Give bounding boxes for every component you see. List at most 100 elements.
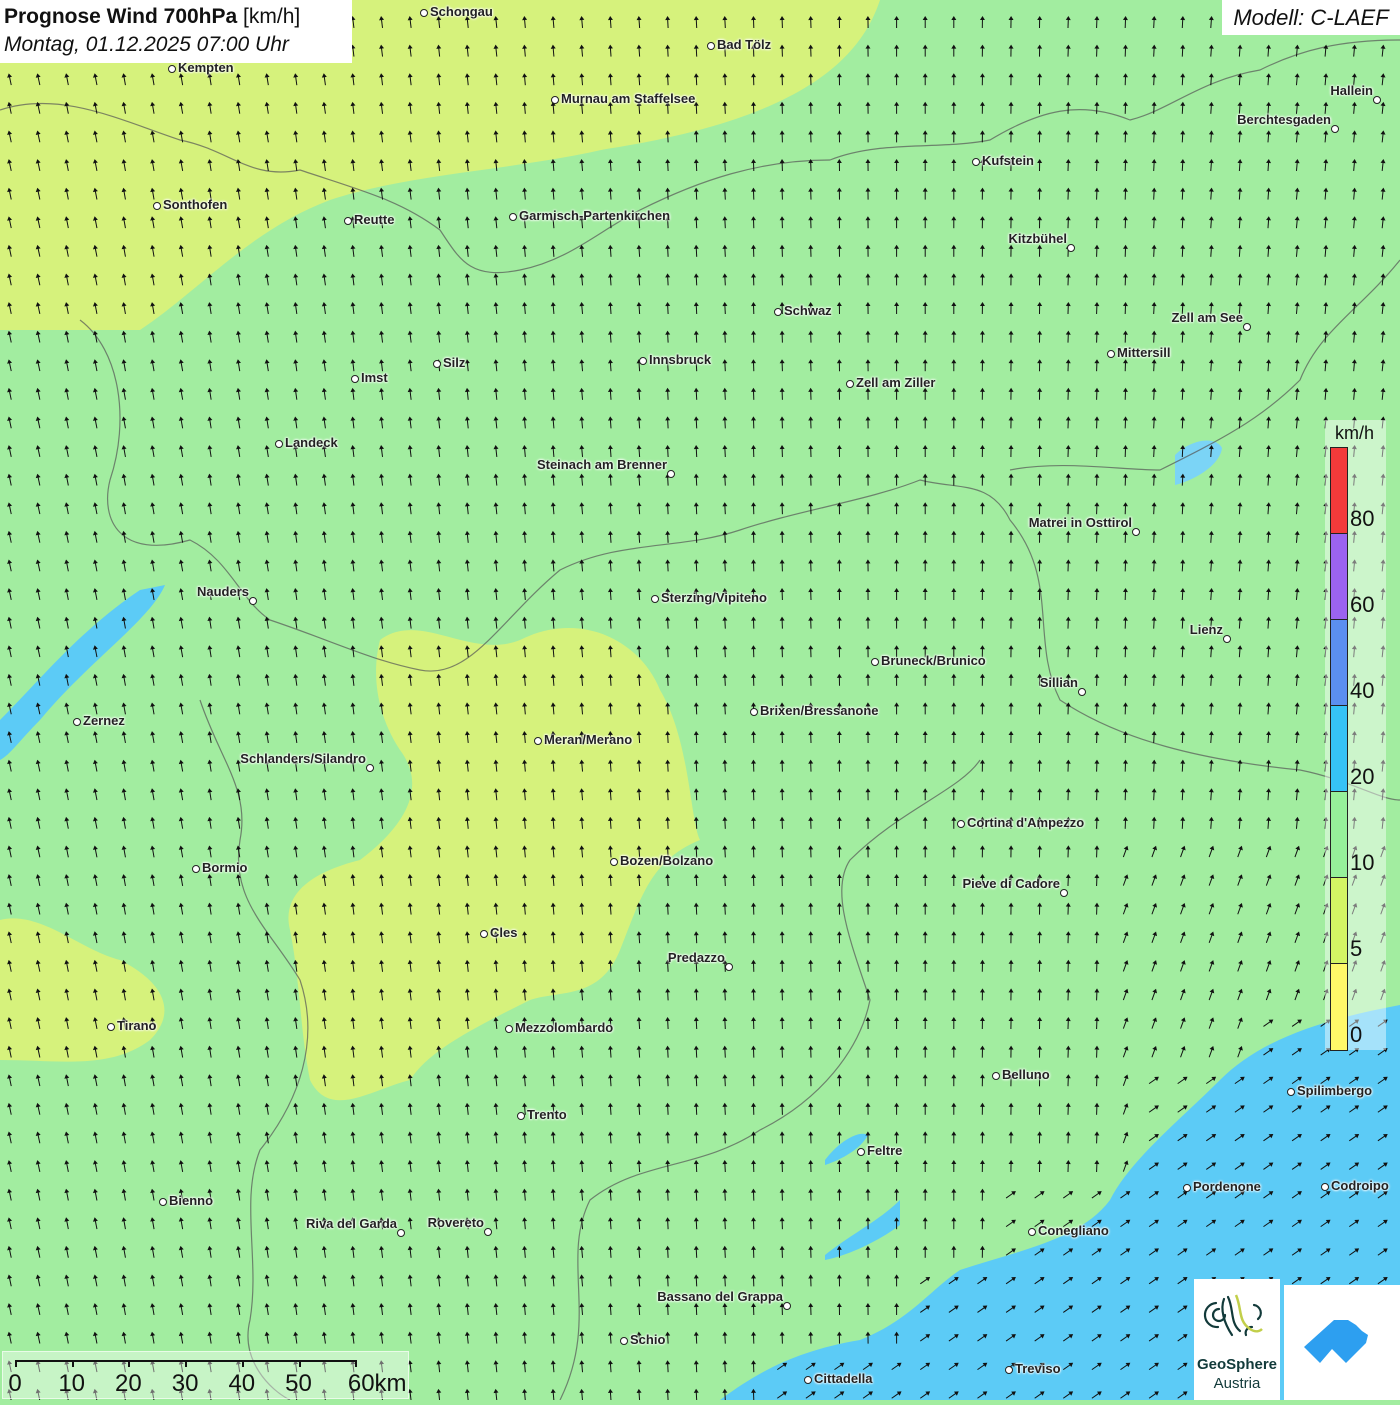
wind-arrow [1037, 931, 1042, 943]
wind-arrow [92, 473, 99, 486]
wind-arrow [894, 559, 899, 571]
wind-arrow [1008, 531, 1013, 543]
city-label: Tirano [117, 1018, 157, 1033]
wind-arrow [923, 502, 928, 514]
wind-arrow [779, 1332, 784, 1344]
wind-arrow [321, 1303, 328, 1316]
wind-arrow [436, 1103, 442, 1115]
wind-arrow [64, 874, 71, 887]
wind-arrow [1065, 1046, 1070, 1058]
wind-arrow [264, 445, 271, 458]
wind-arrow [722, 902, 728, 914]
wind-arrow [264, 1188, 271, 1201]
wind-arrow [1323, 159, 1329, 171]
wind-arrow [207, 673, 214, 686]
wind-arrow [951, 159, 956, 171]
wind-arrow [235, 1331, 242, 1344]
wind-arrow [264, 530, 271, 543]
wind-arrow [1294, 388, 1300, 400]
wind-arrow [837, 1017, 842, 1029]
wind-arrow [923, 702, 928, 714]
wind-arrow [1037, 531, 1042, 543]
city-dot-icon [551, 96, 559, 104]
wind-arrow [407, 473, 413, 486]
geosphere-austria-logo[interactable]: GeoSphere Austria [1194, 1279, 1280, 1400]
wind-arrow [894, 445, 899, 457]
wind-arrow [293, 1331, 300, 1344]
wind-arrow [207, 1045, 214, 1058]
wind-arrow [92, 1102, 99, 1115]
wind-arrow [865, 674, 870, 686]
wind-arrow [608, 1217, 614, 1229]
wind-arrow [665, 645, 671, 657]
wind-arrow [149, 1188, 156, 1201]
wind-arrow [923, 245, 928, 257]
wind-arrow [980, 617, 985, 629]
partner-logo[interactable] [1284, 1285, 1400, 1400]
wind-arrow [665, 531, 671, 543]
wind-arrow [1293, 931, 1302, 944]
wind-arrow [149, 502, 156, 515]
wind-arrow [1008, 588, 1013, 600]
wind-arrow [1380, 44, 1386, 56]
wind-arrow [235, 1045, 242, 1058]
wind-arrow [779, 502, 784, 514]
wind-arrow [1235, 845, 1244, 858]
wind-arrow [980, 359, 985, 371]
forecast-datetime: Montag, 01.12.2025 07:00 Uhr [4, 31, 348, 59]
city-dot-icon [620, 1337, 628, 1345]
wind-arrow [722, 502, 728, 514]
wind-arrow [894, 1274, 899, 1286]
wind-arrow [493, 1246, 499, 1258]
wind-arrow [665, 1188, 671, 1200]
wind-arrow [64, 759, 71, 772]
wind-arrow [350, 1131, 356, 1144]
wind-arrow [894, 102, 899, 114]
city-dot-icon [610, 858, 618, 866]
wind-arrow [894, 1189, 899, 1201]
wind-arrow [636, 559, 642, 571]
wind-arrow [1121, 1045, 1130, 1058]
wind-arrow [1037, 130, 1042, 142]
wind-arrow [235, 1245, 242, 1258]
wind-arrow [436, 1074, 442, 1086]
wind-arrow [1151, 16, 1157, 28]
wind-arrow [493, 1074, 499, 1086]
wind-arrow [636, 330, 642, 342]
wind-arrow [837, 359, 842, 371]
wind-arrow [951, 559, 956, 571]
wind-arrow [178, 302, 185, 315]
wind-arrow [1037, 760, 1042, 772]
geosphere-country: Austria [1194, 1375, 1280, 1392]
wind-arrow [407, 502, 413, 515]
wind-arrow [121, 1331, 128, 1344]
wind-arrow [951, 531, 956, 543]
wind-arrow [608, 416, 614, 428]
wind-arrow [1208, 44, 1214, 56]
wind-arrow [665, 1017, 671, 1029]
wind-arrow [121, 1303, 128, 1316]
wind-arrow [694, 988, 700, 1000]
wind-arrow [1123, 502, 1128, 514]
scale-tick [15, 1360, 17, 1367]
wind-arrow [1207, 959, 1216, 972]
title-unit: [km/h] [243, 5, 300, 28]
wind-arrow [1151, 817, 1157, 829]
wind-arrow [951, 1246, 956, 1258]
wind-arrow [751, 903, 756, 915]
wind-arrow [235, 1017, 242, 1030]
wind-arrow [207, 502, 214, 515]
wind-arrow [1151, 445, 1157, 457]
wind-arrow [608, 1074, 614, 1086]
wind-arrow [980, 245, 985, 257]
wind-arrow [464, 502, 470, 514]
wind-arrow [149, 816, 156, 829]
wind-arrow [178, 988, 185, 1001]
wind-arrow [1178, 931, 1187, 944]
wind-arrow [923, 73, 928, 85]
wind-arrow [350, 674, 356, 687]
city-label: Schio [630, 1332, 665, 1347]
wind-arrow [751, 1217, 756, 1229]
wind-arrow [293, 502, 300, 515]
wind-arrow [865, 931, 870, 943]
